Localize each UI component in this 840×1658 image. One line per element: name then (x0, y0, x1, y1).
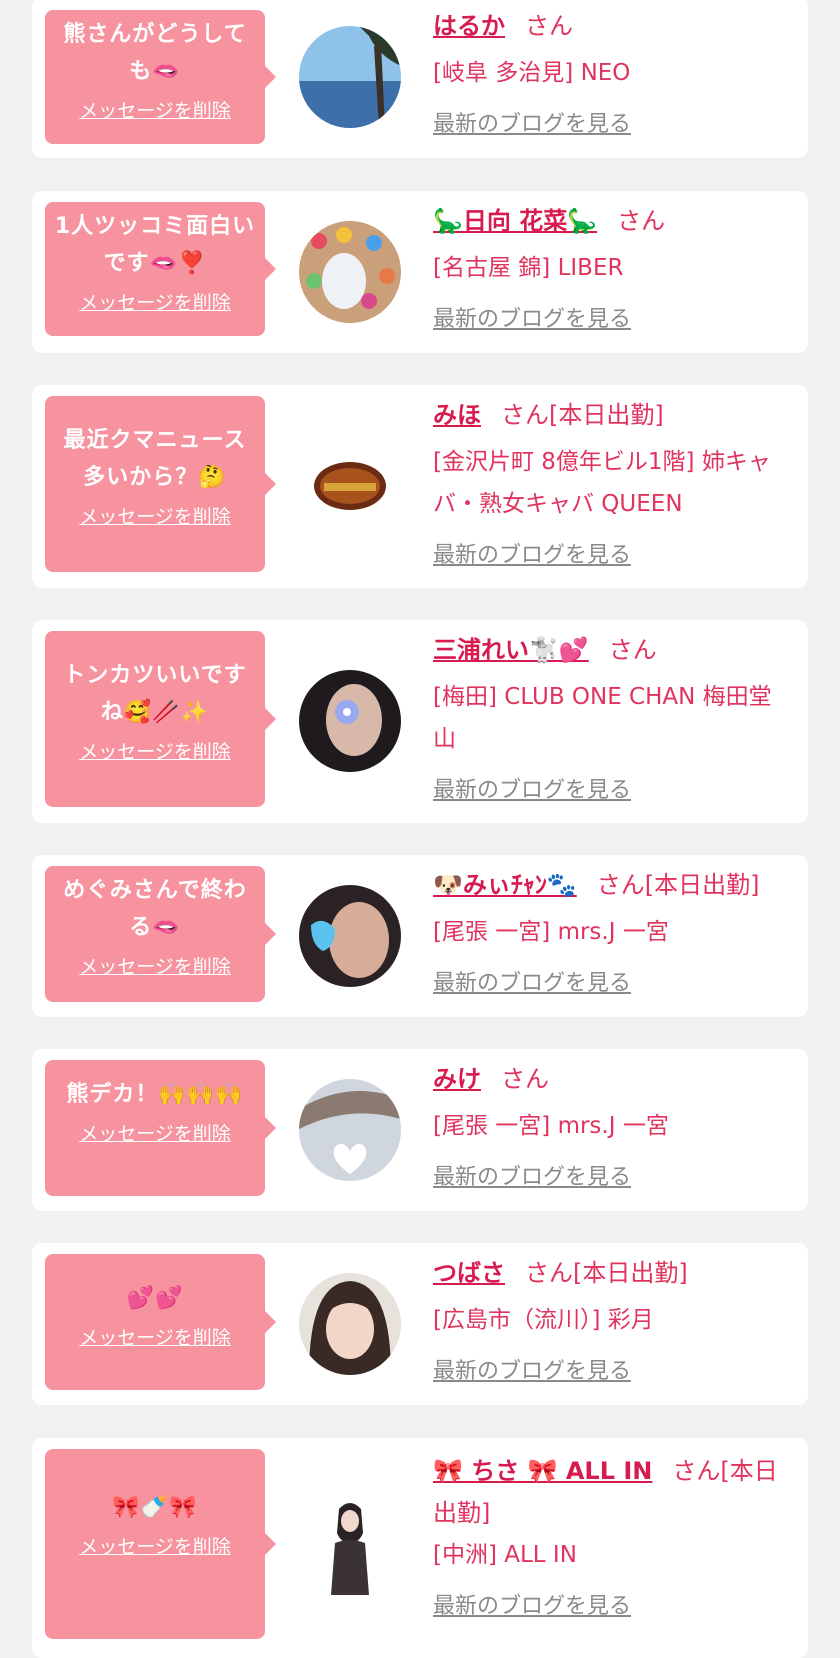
delete-message-button[interactable]: メッセージを削除 (79, 288, 231, 315)
name-line: 🐶みぃﾁｬﾝ🐾 さん[本日出勤] (433, 867, 794, 903)
blog-link[interactable]: 最新のブログを見る (433, 772, 631, 804)
cast-info: はるか さん [岐阜 多治見] NEO 最新のブログを見る (433, 8, 794, 138)
message-bubble: めぐみさんで終わる🫦 メッセージを削除 (45, 866, 276, 1002)
cast-info: 三浦れい🐩💕 さん [梅田] CLUB ONE CHAN 梅田堂山 最新のブログを… (433, 632, 794, 804)
message-card: 熊さんがどうしても🫦 メッセージを削除 はるか さん [岐阜 多治見] NEO 最… (32, 0, 808, 158)
cast-name-link[interactable]: 🎀 ちさ 🎀 ALL IN (433, 1457, 652, 1485)
name-line: 三浦れい🐩💕 さん (433, 632, 794, 668)
cast-info: みほ さん[本日出勤] [金沢片町 8億年ビル1階] 姉キャバ・熟女キャバ QUE… (433, 397, 794, 569)
avatar-photo (299, 885, 401, 987)
shop-text: [尾張 一宮] mrs.J 一宮 (433, 919, 669, 945)
cast-name-link[interactable]: つばさ (433, 1259, 505, 1287)
avatar-photo (299, 1493, 401, 1595)
message-text: 熊さんがどうしても🫦 (63, 22, 247, 84)
name-line: みほ さん[本日出勤] (433, 397, 794, 433)
message-text: めぐみさんで終わる🫦 (63, 878, 247, 940)
avatar[interactable] (299, 670, 401, 772)
message-text: 1人ツッコミ面白いです🫦❣️ (54, 214, 256, 276)
blog-link[interactable]: 最新のブログを見る (433, 1159, 631, 1191)
name-line: みけ さん (433, 1061, 794, 1097)
name-suffix: さん[本日出勤] (501, 401, 664, 429)
blog-link[interactable]: 最新のブログを見る (433, 965, 631, 997)
blog-link[interactable]: 最新のブログを見る (433, 106, 631, 138)
message-text: トンカツいいですね🥰🥢✨ (63, 663, 247, 725)
shop-text: [広島市（流川）] 彩月 (433, 1307, 654, 1333)
avatar-photo (299, 435, 401, 537)
delete-message-button[interactable]: メッセージを削除 (79, 1532, 231, 1559)
message-card: 1人ツッコミ面白いです🫦❣️ メッセージを削除 🦕日向 花菜🦕 さん [名古屋 錦… (32, 191, 808, 353)
cast-name-link[interactable]: みほ (433, 401, 481, 429)
shop-text: [梅田] CLUB ONE CHAN 梅田堂山 (433, 684, 772, 752)
name-suffix: さん (525, 12, 573, 40)
message-text: 最近クマニュース多いから？🤔 (63, 428, 247, 490)
avatar[interactable] (299, 885, 401, 987)
blog-link[interactable]: 最新のブログを見る (433, 1588, 631, 1620)
cast-name-link[interactable]: みけ (433, 1065, 481, 1093)
name-suffix: さん (501, 1065, 549, 1093)
message-card: 最近クマニュース多いから？🤔 メッセージを削除 みほ さん[本日出勤] [金沢片町… (32, 385, 808, 588)
cast-name-link[interactable]: 🐶みぃﾁｬﾝ🐾 (433, 871, 577, 899)
avatar-photo (299, 670, 401, 772)
avatar-photo (299, 26, 401, 128)
message-bubble: 最近クマニュース多いから？🤔 メッセージを削除 (45, 396, 276, 572)
message-text: 熊デカ！🙌🙌🙌 (66, 1082, 244, 1107)
cast-info: つばさ さん[本日出勤] [広島市（流川）] 彩月 最新のブログを見る (433, 1255, 794, 1385)
cast-name-link[interactable]: はるか (433, 12, 505, 40)
cast-name-link[interactable]: 三浦れい🐩💕 (433, 636, 589, 664)
message-text: 💕💕 (126, 1286, 184, 1311)
message-list: 熊さんがどうしても🫦 メッセージを削除 はるか さん [岐阜 多治見] NEO 最… (0, 0, 840, 1658)
shop-text: [岐阜 多治見] NEO (433, 60, 631, 86)
message-card: 熊デカ！🙌🙌🙌 メッセージを削除 みけ さん [尾張 一宮] mrs.J 一宮 最… (32, 1049, 808, 1211)
delete-message-button[interactable]: メッセージを削除 (79, 502, 231, 529)
message-card: めぐみさんで終わる🫦 メッセージを削除 🐶みぃﾁｬﾝ🐾 さん[本日出勤] [尾張 … (32, 855, 808, 1017)
name-line: はるか さん (433, 8, 794, 44)
name-line: 🎀 ちさ 🎀 ALL IN さん[本日出勤] (433, 1450, 794, 1534)
avatar-photo (299, 1273, 401, 1375)
shop-text: [金沢片町 8億年ビル1階] 姉キャバ・熟女キャバ QUEEN (433, 449, 771, 517)
avatar[interactable] (299, 435, 401, 537)
shop-text: [名古屋 錦] LIBER (433, 255, 624, 281)
avatar[interactable] (299, 1079, 401, 1181)
blog-link[interactable]: 最新のブログを見る (433, 301, 631, 333)
cast-info: みけ さん [尾張 一宮] mrs.J 一宮 最新のブログを見る (433, 1061, 794, 1191)
name-suffix: さん (617, 207, 666, 235)
delete-message-button[interactable]: メッセージを削除 (79, 96, 231, 123)
message-text: 🎀🍼🎀 (112, 1495, 198, 1520)
delete-message-button[interactable]: メッセージを削除 (79, 1323, 231, 1350)
message-bubble: 🎀🍼🎀 メッセージを削除 (45, 1449, 276, 1639)
avatar[interactable] (299, 1273, 401, 1375)
shop-text: [尾張 一宮] mrs.J 一宮 (433, 1113, 669, 1139)
avatar-photo (299, 1079, 401, 1181)
name-suffix: さん[本日出勤] (596, 871, 760, 899)
avatar[interactable] (299, 26, 401, 128)
name-suffix: さん[本日出勤] (525, 1259, 688, 1287)
avatar[interactable] (299, 221, 401, 323)
shop-text: [中洲] ALL IN (433, 1542, 577, 1568)
message-card: 💕💕 メッセージを削除 つばさ さん[本日出勤] [広島市（流川）] 彩月 最新の… (32, 1243, 808, 1405)
message-bubble: 熊さんがどうしても🫦 メッセージを削除 (45, 10, 276, 144)
message-bubble: 💕💕 メッセージを削除 (45, 1254, 276, 1390)
cast-info: 🦕日向 花菜🦕 さん [名古屋 錦] LIBER 最新のブログを見る (433, 203, 794, 333)
cast-info: 🎀 ちさ 🎀 ALL IN さん[本日出勤] [中洲] ALL IN 最新のブログ… (433, 1450, 794, 1620)
message-card: 🎀🍼🎀 メッセージを削除 🎀 ちさ 🎀 ALL IN さん[本日出勤] [中洲] … (32, 1438, 808, 1658)
blog-link[interactable]: 最新のブログを見る (433, 1353, 631, 1385)
blog-link[interactable]: 最新のブログを見る (433, 537, 631, 569)
cast-info: 🐶みぃﾁｬﾝ🐾 さん[本日出勤] [尾張 一宮] mrs.J 一宮 最新のブログを… (433, 867, 794, 997)
message-card: トンカツいいですね🥰🥢✨ メッセージを削除 三浦れい🐩💕 さん [梅田] CLUB… (32, 620, 808, 823)
cast-name-link[interactable]: 🦕日向 花菜🦕 (433, 207, 597, 235)
delete-message-button[interactable]: メッセージを削除 (79, 952, 231, 979)
name-suffix: さん (608, 636, 657, 664)
message-bubble: 熊デカ！🙌🙌🙌 メッセージを削除 (45, 1060, 276, 1196)
avatar-photo (299, 221, 401, 323)
message-bubble: 1人ツッコミ面白いです🫦❣️ メッセージを削除 (45, 202, 276, 336)
delete-message-button[interactable]: メッセージを削除 (79, 737, 231, 764)
name-line: 🦕日向 花菜🦕 さん (433, 203, 794, 239)
delete-message-button[interactable]: メッセージを削除 (79, 1119, 231, 1146)
name-line: つばさ さん[本日出勤] (433, 1255, 794, 1291)
message-bubble: トンカツいいですね🥰🥢✨ メッセージを削除 (45, 631, 276, 807)
avatar[interactable] (299, 1493, 401, 1595)
